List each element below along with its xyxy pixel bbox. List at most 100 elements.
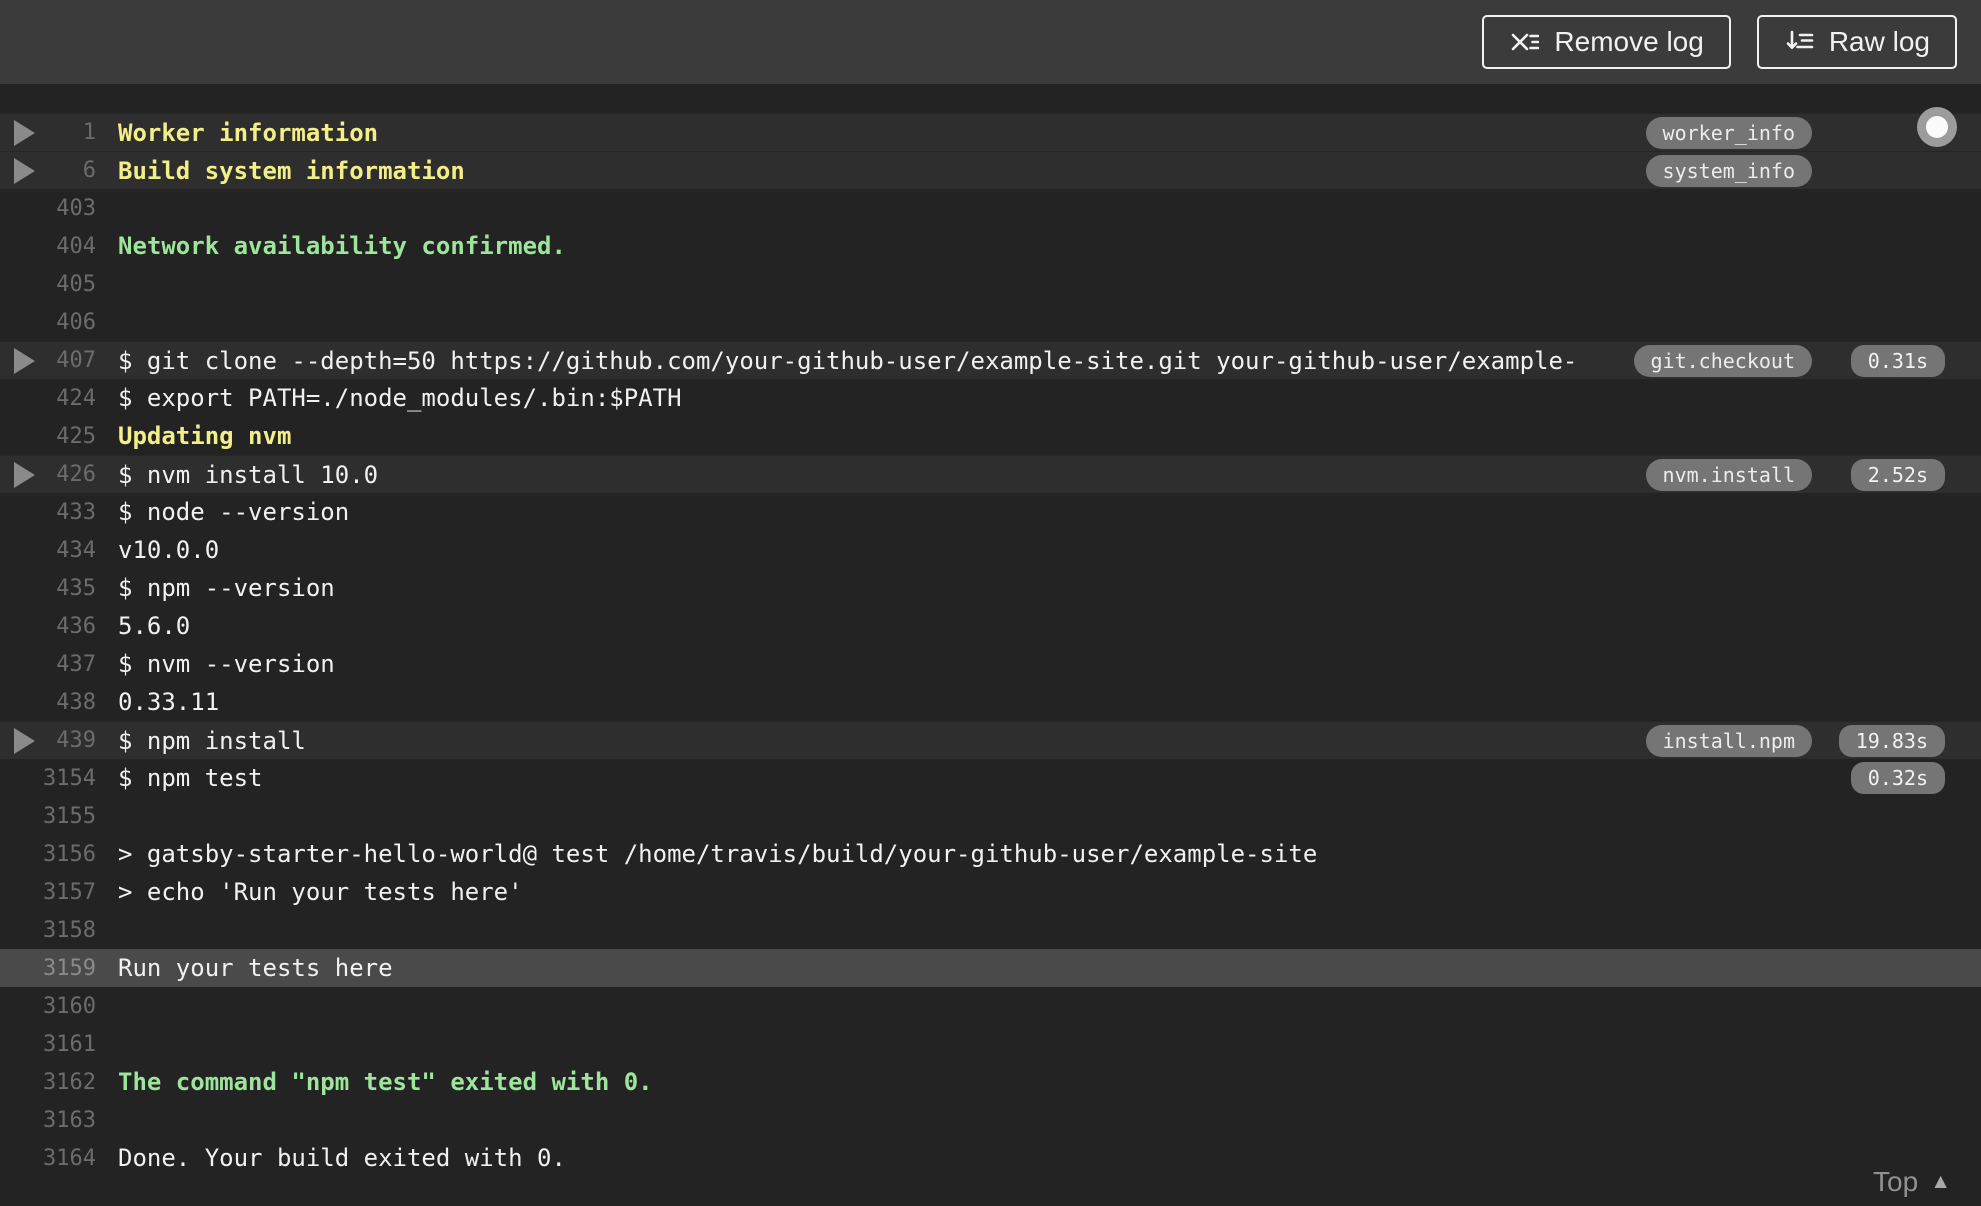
log-line-407: 407 $ git clone --depth=50 https://githu… — [0, 341, 1981, 379]
line-number[interactable]: 437 — [40, 652, 96, 677]
fold-toggle-arrow-icon[interactable] — [14, 157, 40, 184]
log-line-438: 438 0.33.11 — [0, 683, 1981, 721]
log-text: Done. Your build exited with 0. — [118, 1144, 566, 1172]
duration-badge: 19.83s — [1838, 724, 1945, 757]
line-number[interactable]: 3163 — [40, 1108, 96, 1133]
log-toolbar: Remove log Raw log — [0, 0, 1981, 84]
duration-badge: 2.52s — [1850, 458, 1945, 491]
log-text: $ nvm install 10.0 — [118, 460, 379, 489]
log-line-403: 403 — [0, 189, 1981, 227]
log-line-3164: 3164 Done. Your build exited with 0. — [0, 1139, 1981, 1177]
log-lines-container: 1 Worker information worker_info 6 Build… — [0, 113, 1981, 1177]
line-badges: git.checkout 0.31s — [1633, 344, 1945, 377]
log-line-3155: 3155 — [0, 797, 1981, 835]
line-number[interactable]: 403 — [40, 196, 96, 221]
log-text: Run your tests here — [118, 954, 393, 982]
log-text: 5.6.0 — [118, 612, 191, 640]
log-line-424: 424 $ export PATH=./node_modules/.bin:$P… — [0, 379, 1981, 417]
line-number[interactable]: 3162 — [40, 1070, 96, 1095]
duration-badge: 0.32s — [1850, 762, 1945, 794]
log-text: v10.0.0 — [118, 536, 220, 564]
duration-slot: 0.32s — [1812, 762, 1945, 794]
line-number[interactable]: 434 — [40, 538, 96, 563]
log-line-437: 437 $ nvm --version — [0, 645, 1981, 683]
log-line-3158: 3158 — [0, 911, 1981, 949]
fold-toggle-arrow-icon[interactable] — [14, 727, 40, 754]
back-to-top-link[interactable]: Top ▲ — [1873, 1166, 1951, 1198]
log-line-1: 1 Worker information worker_info — [0, 113, 1981, 151]
duration-slot: 2.52s — [1812, 458, 1945, 491]
line-badges: nvm.install 2.52s — [1645, 458, 1945, 491]
line-number[interactable]: 3155 — [40, 804, 96, 829]
line-number[interactable]: 404 — [40, 234, 96, 259]
line-number[interactable]: 439 — [40, 728, 96, 753]
fold-toggle-arrow-icon[interactable] — [14, 347, 40, 374]
log-text: $ git clone --depth=50 https://github.co… — [118, 346, 1578, 375]
line-number[interactable]: 3158 — [40, 918, 96, 943]
scroll-position-dot-inner — [1926, 116, 1948, 138]
line-number[interactable]: 435 — [40, 576, 96, 601]
log-text: > gatsby-starter-hello-world@ test /home… — [118, 840, 1318, 868]
line-number[interactable]: 3164 — [40, 1146, 96, 1171]
scroll-position-dot[interactable] — [1917, 107, 1957, 147]
line-number[interactable]: 436 — [40, 614, 96, 639]
log-line-435: 435 $ npm --version — [0, 569, 1981, 607]
line-number[interactable]: 1 — [40, 120, 96, 145]
log-text: $ npm install — [118, 726, 306, 755]
log-line-3162: 3162 The command "npm test" exited with … — [0, 1063, 1981, 1101]
log-line-433: 433 $ node --version — [0, 493, 1981, 531]
line-badges: system_info — [1645, 154, 1945, 187]
line-number[interactable]: 6 — [40, 158, 96, 183]
line-number[interactable]: 407 — [40, 348, 96, 373]
line-number[interactable]: 3161 — [40, 1032, 96, 1057]
log-line-425: 425 Updating nvm — [0, 417, 1981, 455]
fold-toggle-arrow-icon[interactable] — [14, 119, 40, 146]
raw-log-icon — [1784, 27, 1814, 57]
line-number[interactable]: 433 — [40, 500, 96, 525]
line-badges: 0.32s — [1812, 762, 1945, 794]
line-number[interactable]: 3156 — [40, 842, 96, 867]
log-line-436: 436 5.6.0 — [0, 607, 1981, 645]
line-number[interactable]: 3159 — [40, 956, 96, 981]
log-text: $ npm --version — [118, 574, 335, 602]
log-text: Worker information — [118, 118, 379, 147]
line-number[interactable]: 425 — [40, 424, 96, 449]
log-line-3160: 3160 — [0, 987, 1981, 1025]
duration-badge: 0.31s — [1850, 344, 1945, 377]
line-number[interactable]: 424 — [40, 386, 96, 411]
log-line-3161: 3161 — [0, 1025, 1981, 1063]
line-number[interactable]: 426 — [40, 462, 96, 487]
raw-log-button[interactable]: Raw log — [1756, 15, 1957, 69]
fold-name-badge: worker_info — [1645, 116, 1812, 149]
line-number[interactable]: 3157 — [40, 880, 96, 905]
log-line-3156: 3156 > gatsby-starter-hello-world@ test … — [0, 835, 1981, 873]
line-badges: worker_info — [1645, 116, 1945, 149]
caret-up-icon: ▲ — [1930, 1170, 1951, 1193]
log-line-439: 439 $ npm install install.npm 19.83s — [0, 721, 1981, 759]
log-text: $ export PATH=./node_modules/.bin:$PATH — [118, 384, 682, 412]
fold-name-badge: system_info — [1645, 154, 1812, 187]
line-number[interactable]: 3160 — [40, 994, 96, 1019]
log-line-406: 406 — [0, 303, 1981, 341]
log-line-6: 6 Build system information system_info — [0, 151, 1981, 189]
line-number[interactable]: 405 — [40, 272, 96, 297]
log-text: $ nvm --version — [118, 650, 335, 678]
line-badges: install.npm 19.83s — [1645, 724, 1945, 757]
line-number[interactable]: 438 — [40, 690, 96, 715]
fold-toggle-arrow-icon[interactable] — [14, 461, 40, 488]
log-text: $ npm test — [118, 764, 263, 792]
duration-slot: 0.31s — [1812, 344, 1945, 377]
log-line-405: 405 — [0, 265, 1981, 303]
log-line-3154: 3154 $ npm test 0.32s — [0, 759, 1981, 797]
line-number[interactable]: 406 — [40, 310, 96, 335]
log-line-404: 404 Network availability confirmed. — [0, 227, 1981, 265]
remove-log-label: Remove log — [1554, 26, 1704, 57]
log-line-434: 434 v10.0.0 — [0, 531, 1981, 569]
log-text: > echo 'Run your tests here' — [118, 878, 523, 906]
line-number[interactable]: 3154 — [40, 766, 96, 791]
travis-build-log-view: Remove log Raw log 1 Worker information … — [0, 0, 1981, 1206]
log-line-3163: 3163 — [0, 1101, 1981, 1139]
log-text: Network availability confirmed. — [118, 232, 566, 260]
remove-log-button[interactable]: Remove log — [1482, 15, 1731, 69]
remove-log-icon — [1509, 27, 1540, 57]
